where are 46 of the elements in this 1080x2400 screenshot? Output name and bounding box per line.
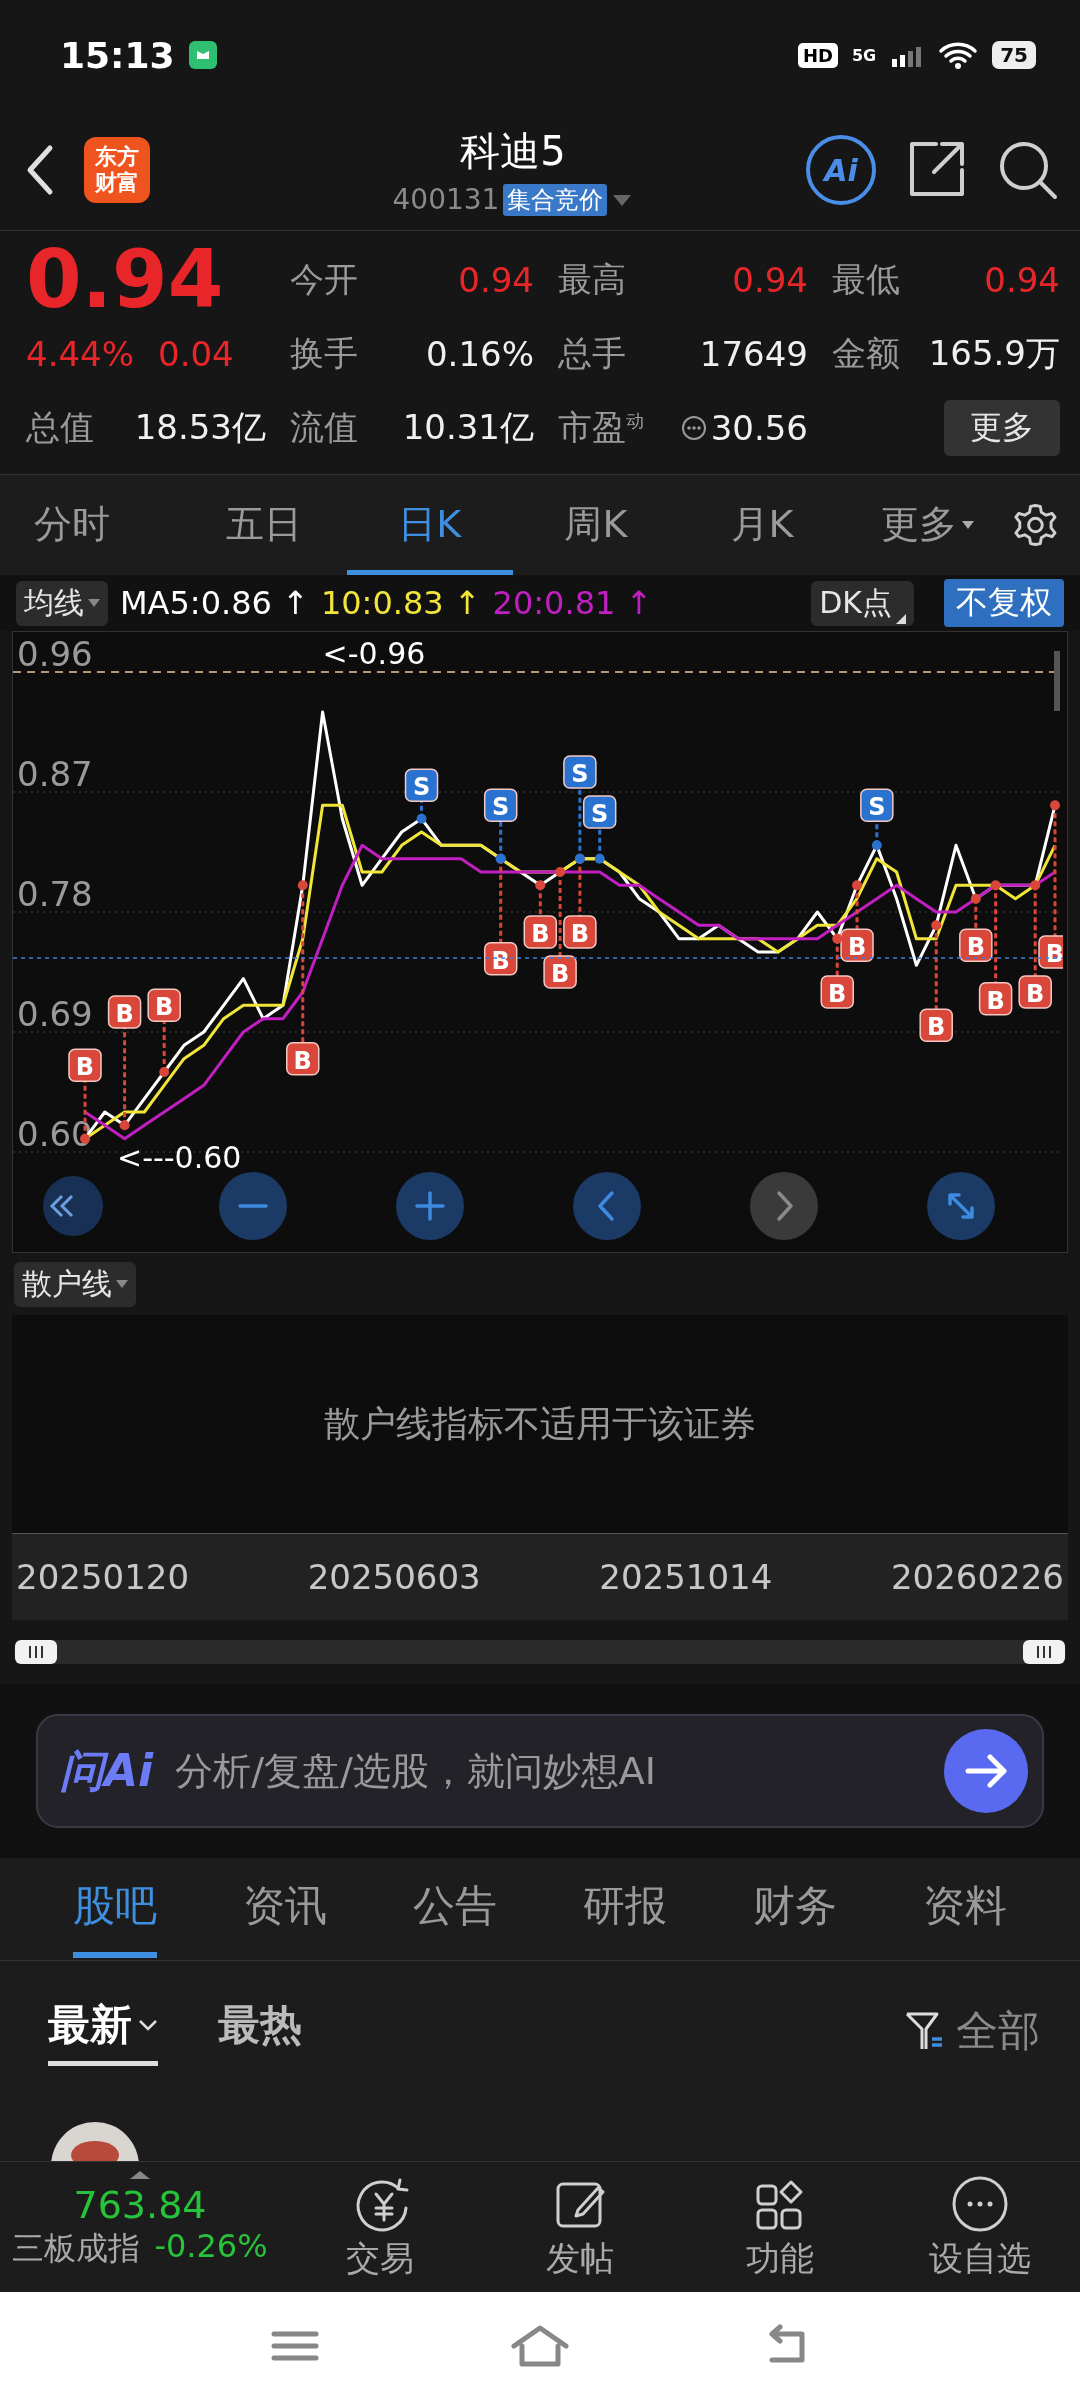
index-change: -0.26% — [154, 2227, 268, 2267]
stat-label: 总手 — [558, 332, 626, 375]
axis-label: 0.78 — [17, 874, 93, 914]
battery-icon: 75 — [992, 41, 1036, 69]
stat-value: 0.94 — [732, 260, 808, 300]
ai-logo: 问Ai — [60, 1743, 154, 1798]
stat-label: 流值 — [290, 406, 358, 449]
index-value: 763.84 — [73, 2183, 207, 2227]
stat-label: 总值 — [26, 406, 94, 449]
ma-value: 20:0.81 ↑ — [492, 584, 653, 622]
price-label: <---0.60 — [117, 1140, 242, 1175]
change-amount: 0.04 — [158, 334, 234, 374]
stock-name: 科迪5 — [460, 127, 566, 176]
auction-badge: 集合竞价 — [503, 183, 608, 216]
stat-label: 市盈$^{动}$ — [558, 406, 644, 449]
stat-value: 17649 — [699, 334, 808, 374]
ma-value: MA5:0.86 ↑ — [120, 584, 309, 622]
last-price: 0.94 — [26, 240, 225, 320]
stat-value: 165.9万 — [928, 332, 1060, 375]
axis-label: 0.69 — [17, 994, 93, 1034]
stat-label: 最高 — [558, 258, 626, 301]
clock: 15:13 — [60, 34, 175, 76]
network-label: 5G — [851, 45, 877, 65]
stat-value: 30.56 — [710, 408, 808, 448]
price-label: <-0.96 — [322, 636, 426, 671]
axis-label: 0.87 — [17, 754, 93, 794]
stat-value: 0.16% — [426, 334, 534, 374]
empty-message: 散户线指标不适用于该证券 — [324, 1401, 756, 1446]
stat-label: 金额 — [832, 332, 900, 375]
index-name: 三板成指 — [12, 2228, 141, 2269]
stock-code: 400131 — [392, 183, 500, 216]
stat-value: 10.31亿 — [402, 406, 534, 449]
date-label: 20251014 — [599, 1557, 773, 1597]
stat-label: 最低 — [832, 258, 900, 301]
ma-value: 10:0.83 ↑ — [320, 584, 481, 622]
hd-badge: HD — [797, 42, 838, 68]
date-label: 20260226 — [890, 1557, 1064, 1597]
stat-value: 18.53亿 — [134, 406, 266, 449]
stat-label: 今开 — [290, 258, 358, 301]
change-percent: 4.44% — [26, 334, 134, 374]
stat-value: 0.94 — [458, 260, 534, 300]
axis-label: 0.96 — [17, 634, 93, 674]
stat-value: 0.94 — [984, 260, 1060, 300]
stat-label: 换手 — [290, 332, 358, 375]
date-label: 20250120 — [16, 1557, 190, 1597]
date-label: 20250603 — [307, 1557, 481, 1597]
